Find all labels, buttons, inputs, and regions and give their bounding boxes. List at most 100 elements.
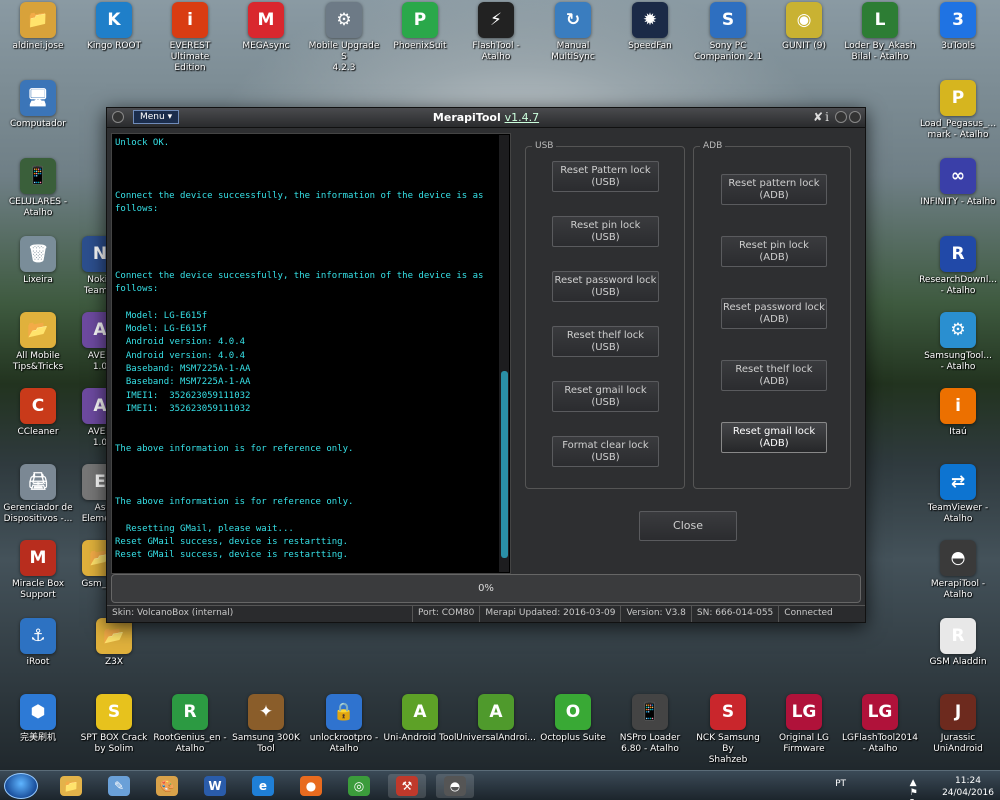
desktop-icon-label: SamsungTool... - Atalho [924,351,992,372]
desktop-icon[interactable]: ◉ GUNIT (9) [766,2,842,52]
adb-action-button[interactable]: Reset pattern lock (ADB) [721,174,827,205]
desktop-icon[interactable]: 🖥 Computador [0,80,76,130]
clock[interactable]: 11:24 24/04/2016 [940,773,996,799]
log-line: IMEI1: 352623059111032 [115,403,251,414]
jurassic-icon: J [940,694,976,730]
desktop-icon[interactable]: 📱 CELULARES - Atalho [0,158,76,219]
info-icon[interactable]: i [825,110,829,124]
desktop-icon[interactable]: ◓ MerapiTool - Atalho [920,540,996,601]
desktop-icon[interactable]: S Sony PC Companion 2.1 [690,2,766,63]
desktop-icon[interactable]: P Load_Pegasus_... mark - Atalho [920,80,996,141]
desktop-icon[interactable]: 3 3uTools [920,2,996,52]
usb-action-button[interactable]: Reset thelf lock (USB) [552,326,659,357]
octoplus-icon: O [555,694,591,730]
clock-time: 11:24 [955,776,981,786]
desktop-icon[interactable]: ⚙ Mobile Upgrade S 4.2.3 [306,2,382,74]
close-button[interactable]: Close [639,511,737,541]
usb-action-button[interactable]: Format clear lock (USB) [552,436,659,467]
desktop-icon[interactable]: O Octoplus Suite [535,694,611,744]
version-link[interactable]: v1.4.7 [505,111,540,124]
button-mode-label: (USB) [591,451,620,463]
folder-user-icon: 📁 [20,2,56,38]
taskbar-app-glyph: W [204,776,226,796]
paint-icon[interactable]: 🎨 [148,774,186,798]
desktop-icon[interactable]: K Kingo ROOT [76,2,152,52]
desktop-icon[interactable]: LG Original LG Firmware [766,694,842,755]
itau-icon: i [940,388,976,424]
desktop-icon-label: SPT BOX Crack by Solim [80,733,148,754]
chrome-icon[interactable]: ◎ [340,774,378,798]
adb-action-button[interactable]: Reset password lock (ADB) [721,298,827,329]
usb-action-button[interactable]: Reset Pattern lock (USB) [552,161,659,192]
button-label: Reset pin lock [570,219,641,231]
usb-action-button[interactable]: Reset gmail lock (USB) [552,381,659,412]
nck-icon: S [710,694,746,730]
desktop-icon[interactable]: ✦ Samsung 300K Tool [228,694,304,755]
desktop-icon[interactable]: 📁 aldinei.jose [0,2,76,52]
device-manager-icon: 🖨 [20,464,56,500]
desktop-icon[interactable]: J Jurassic UniAndroid [920,694,996,755]
desktop-icon[interactable]: 📱 NSPro Loader 6.80 - Atalho [612,694,688,755]
desktop-icon-label: Itaú [949,427,967,437]
desktop-icon-label: 3uTools [941,41,975,51]
adb-action-button[interactable]: Reset thelf lock (ADB) [721,360,827,391]
scrollbar-thumb[interactable] [501,371,508,558]
desktop-icon[interactable]: ⚙ SamsungTool... - Atalho [920,312,996,373]
desktop-icon[interactable]: R RootGenius_en - Atalho [152,694,228,755]
minimize-button[interactable] [835,111,847,123]
usb-action-button[interactable]: Reset pin lock (USB) [552,216,659,247]
desktop-icon[interactable]: L Loder By_Akash Bilal - Atalho [842,2,918,63]
firefox-icon[interactable]: ● [292,774,330,798]
log-line: Connect the device successfully, the inf… [115,270,489,295]
language-indicator[interactable]: PT [835,779,846,789]
usb-action-button[interactable]: Reset password lock (USB) [552,271,659,302]
toolbox-icon[interactable]: ⚒ [388,774,426,798]
desktop-icon[interactable]: i EVEREST Ultimate Edition [152,2,228,74]
log-line: Baseband: MSM7225A-1-AA [115,377,251,388]
console-scrollbar[interactable] [499,135,509,572]
button-mode-label: (USB) [591,341,620,353]
desktop-icon[interactable]: LG LGFlashTool2014 - Atalho [842,694,918,755]
adb-action-button[interactable]: Reset gmail lock (ADB) [721,422,827,453]
merapitool-icon[interactable]: ◓ [436,774,474,798]
adb-action-button[interactable]: Reset pin lock (ADB) [721,236,827,267]
kingo-root-icon: K [96,2,132,38]
desktop-icon[interactable]: i Itaú [920,388,996,438]
desktop-icon[interactable]: ✹ SpeedFan [612,2,688,52]
taskbar-app-glyph: ◎ [348,776,370,796]
desktop-icon-label: MerapiTool - Atalho [930,579,986,600]
desktop-icon[interactable]: 🔒 unlockrootpro - Atalho [306,694,382,755]
phone-folder-icon: 📱 [20,158,56,194]
status-skin: Skin: VolcanoBox (internal) [107,606,413,622]
file-explorer-icon[interactable]: 📁 [52,774,90,798]
desktop-icon[interactable]: A Uni-Android Tool [382,694,458,744]
desktop-icon[interactable]: ⬢ 完美刷机 [0,694,76,744]
desktop-icon[interactable]: ↻ Manual MultiSync [535,2,611,63]
tray-icons[interactable]: ▲ ⚑ ▮ ◀) [910,778,928,800]
desktop-icon-label: FlashTool - Atalho [472,41,520,62]
desktop-icon[interactable]: S NCK Samsung By Shahzeb [690,694,766,766]
pin-icon[interactable]: ✘ [813,110,823,124]
desktop-icon[interactable]: ⚡ FlashTool - Atalho [458,2,534,63]
desktop-icon[interactable]: P PhoenixSuit [382,2,458,52]
notepad-icon[interactable]: ✎ [100,774,138,798]
button-label: Reset pin lock [739,239,809,251]
start-button[interactable] [4,773,38,799]
desktop-icon[interactable]: ⚓ iRoot [0,618,76,668]
button-mode-label: (USB) [591,396,620,408]
desktop-icon[interactable]: R ResearchDownl... - Atalho [919,236,997,297]
desktop-icon[interactable]: ∞ INFINITY - Atalho [920,158,996,208]
desktop-icon[interactable]: S SPT BOX Crack by Solim [76,694,152,755]
desktop-icon[interactable]: R GSM Aladdin [920,618,996,668]
desktop-icon[interactable]: 📂 Z3X [76,618,152,668]
desktop-icon[interactable]: A UniversalAndroi... [456,694,536,744]
word-icon[interactable]: W [196,774,234,798]
window-close-button[interactable] [849,111,861,123]
log-console: Unlock OK. Connect the device successfull… [111,133,511,574]
internet-explorer-icon[interactable]: e [244,774,282,798]
window-titlebar[interactable]: Menu ▾ MerapiTool v1.4.7 ✘ i [107,108,865,128]
desktop-icon[interactable]: ⇄ TeamViewer - Atalho [920,464,996,525]
desktop-icon[interactable]: M MEGAsync [228,2,304,52]
